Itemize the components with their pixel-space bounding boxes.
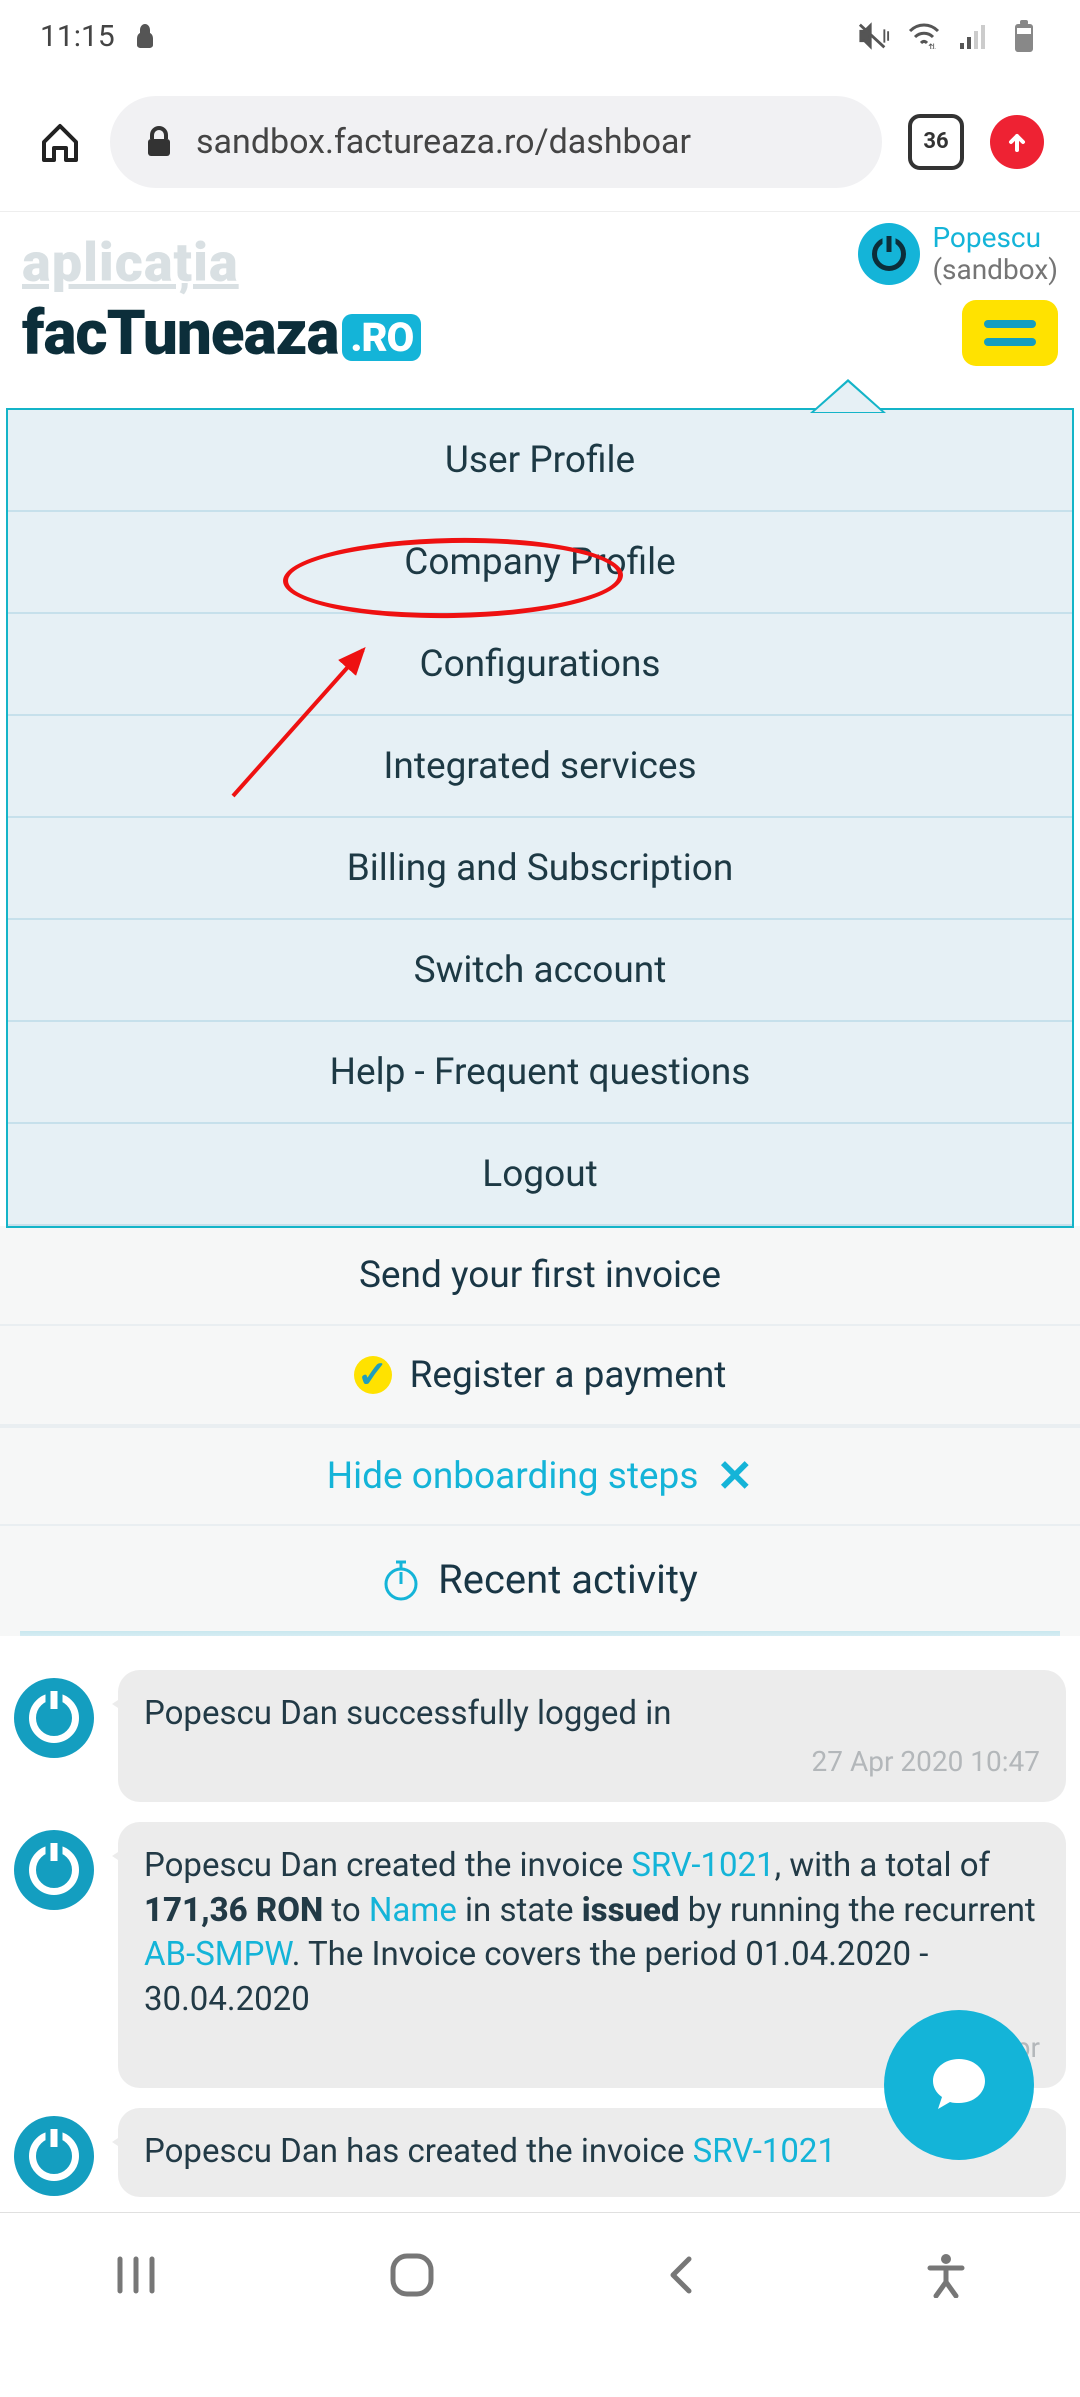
recents-icon[interactable]: [114, 2255, 158, 2299]
menu-billing-subscription[interactable]: Billing and Subscription: [8, 818, 1072, 920]
avatar: [14, 1830, 94, 1910]
browser-bar: sandbox.factureaza.ro/dashboar 36: [0, 72, 1080, 212]
activity-bubble: Popescu Dan successfully logged in 27 Ap…: [118, 1670, 1066, 1802]
lock-icon: [146, 126, 172, 158]
hamburger-icon[interactable]: [962, 300, 1058, 366]
onboard-send-invoice[interactable]: Send your first invoice: [0, 1226, 1080, 1326]
menu-switch-account[interactable]: Switch account: [8, 920, 1072, 1022]
invoice-link[interactable]: SRV-1021: [631, 1846, 774, 1885]
onboard-register-payment[interactable]: ✓ Register a payment: [0, 1326, 1080, 1426]
chat-fab[interactable]: [884, 2010, 1034, 2160]
activity-item: Popescu Dan successfully logged in 27 Ap…: [14, 1670, 1066, 1802]
recent-activity-header: Recent activity: [0, 1526, 1080, 1623]
user-name: Popescu (sandbox): [932, 222, 1058, 286]
battery-icon: [1008, 20, 1040, 52]
tab-count-button[interactable]: 36: [908, 114, 964, 170]
menu-integrated-services[interactable]: Integrated services: [8, 716, 1072, 818]
system-navbar: [0, 2212, 1080, 2340]
statusbar: 11:15 ⇅: [0, 0, 1080, 72]
home-nav-icon[interactable]: [387, 2250, 437, 2304]
menu-help[interactable]: Help - Frequent questions: [8, 1022, 1072, 1124]
close-icon: ✕: [716, 1450, 753, 1502]
activity-date: 27 Apr 2020 10:47: [144, 1743, 1040, 1781]
update-icon[interactable]: [990, 115, 1044, 169]
chat-icon: [923, 2049, 995, 2121]
svg-text:⇅: ⇅: [928, 43, 936, 49]
menu-user-profile[interactable]: User Profile: [8, 410, 1072, 512]
status-clock: 11:15: [40, 19, 115, 54]
user-chip[interactable]: Popescu (sandbox): [858, 222, 1058, 286]
menu-configurations[interactable]: Configurations: [8, 614, 1072, 716]
logo-main: facTuneaza.RO: [22, 297, 1058, 370]
wifi-icon: ⇅: [908, 20, 940, 52]
status-app-icon: [129, 20, 161, 52]
invoice-link[interactable]: SRV-1021: [693, 2132, 836, 2171]
signal-icon: [958, 20, 990, 52]
menu-company-profile[interactable]: Company Profile: [8, 512, 1072, 614]
mute-vibrate-icon: [858, 20, 890, 52]
account-dropdown: User Profile Company Profile Configurati…: [6, 408, 1074, 1228]
app-header: aplicația facTuneaza.RO Popescu (sandbox…: [0, 212, 1080, 352]
back-icon[interactable]: [665, 2253, 697, 2301]
url-text: sandbox.factureaza.ro/dashboar: [196, 122, 691, 162]
hide-onboarding[interactable]: Hide onboarding steps ✕: [0, 1426, 1080, 1526]
avatar: [14, 2116, 94, 2196]
dropdown-arrow-icon: [814, 382, 882, 412]
menu-logout[interactable]: Logout: [8, 1124, 1072, 1226]
avatar: [14, 1678, 94, 1758]
power-icon: [858, 223, 920, 285]
stopwatch-icon: [382, 1558, 420, 1602]
check-icon: ✓: [354, 1356, 392, 1394]
home-icon[interactable]: [36, 118, 84, 166]
name-link[interactable]: Name: [369, 1891, 457, 1930]
recurrent-link[interactable]: AB-SMPW: [144, 1935, 292, 1974]
accessibility-icon[interactable]: [926, 2252, 966, 2302]
address-bar[interactable]: sandbox.factureaza.ro/dashboar: [110, 96, 882, 188]
